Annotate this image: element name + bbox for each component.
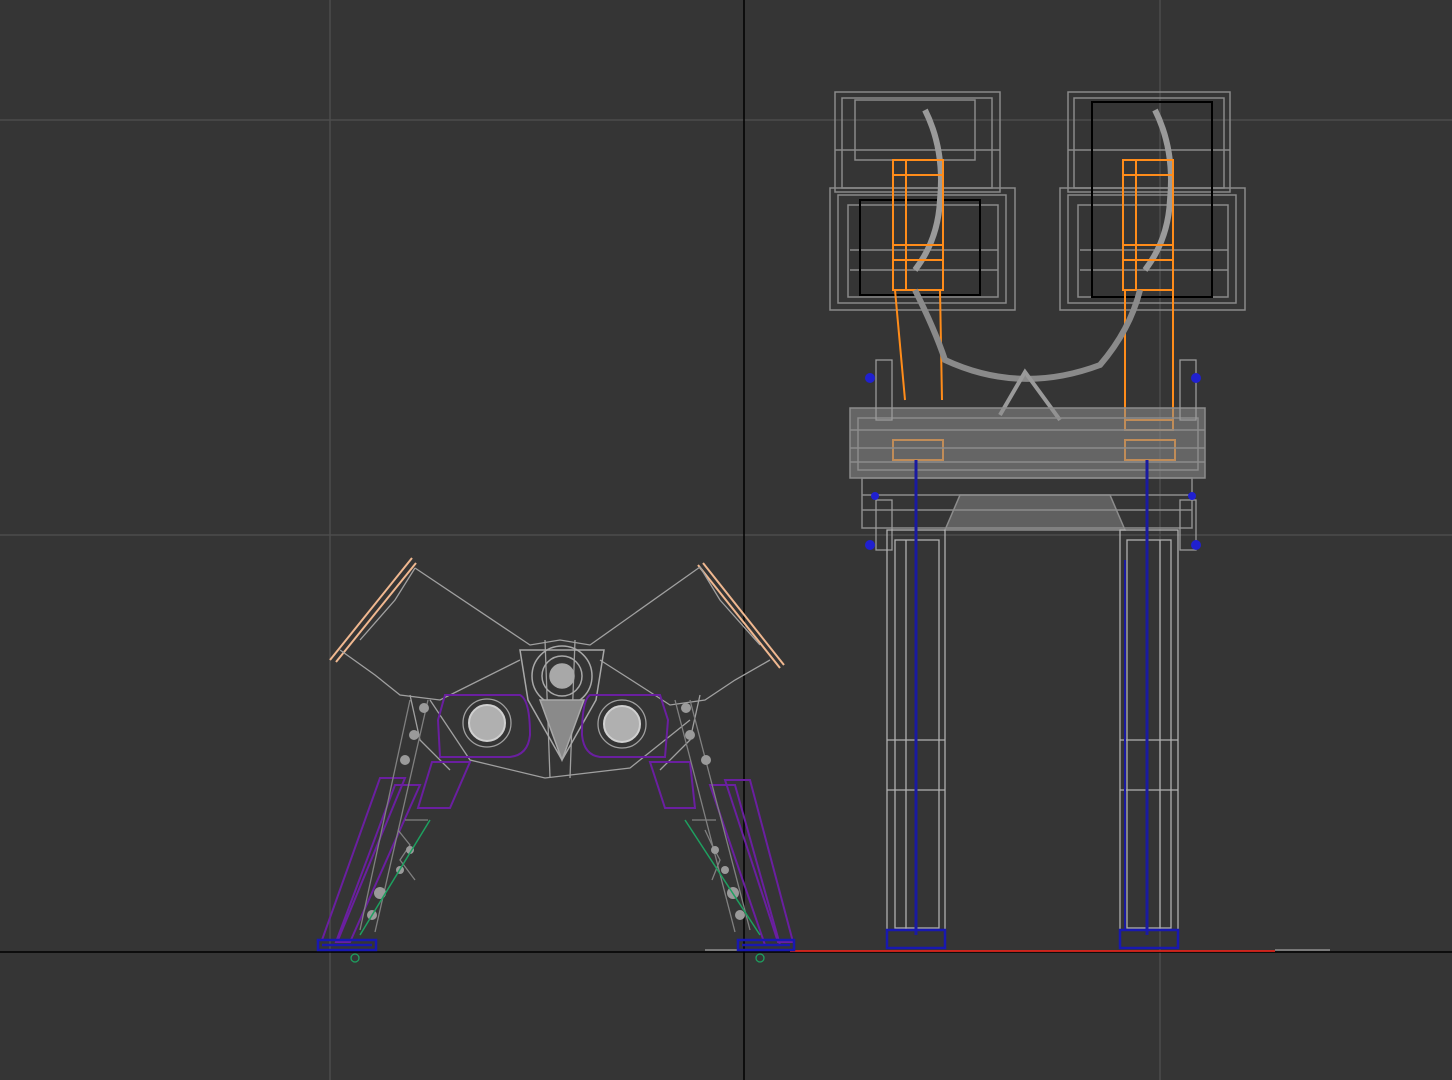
hydraulic-line-left	[359, 819, 431, 936]
knee-joint-left	[468, 704, 506, 742]
walker-front-view[interactable]	[829, 91, 1246, 950]
grid	[0, 0, 1452, 1080]
hip-panel-right	[697, 562, 785, 669]
central-hub	[519, 645, 605, 763]
hip-panel-left	[329, 557, 417, 663]
viewport-canvas[interactable]	[0, 0, 1452, 1080]
foot-right	[1118, 928, 1180, 950]
front-leg-right	[1119, 529, 1179, 931]
pelvis-cylinder	[849, 407, 1206, 531]
knee-joint-right	[603, 705, 641, 743]
viewport-front[interactable]	[0, 0, 1452, 1080]
pod-right	[1059, 91, 1246, 311]
walker-side-view[interactable]	[316, 557, 796, 963]
